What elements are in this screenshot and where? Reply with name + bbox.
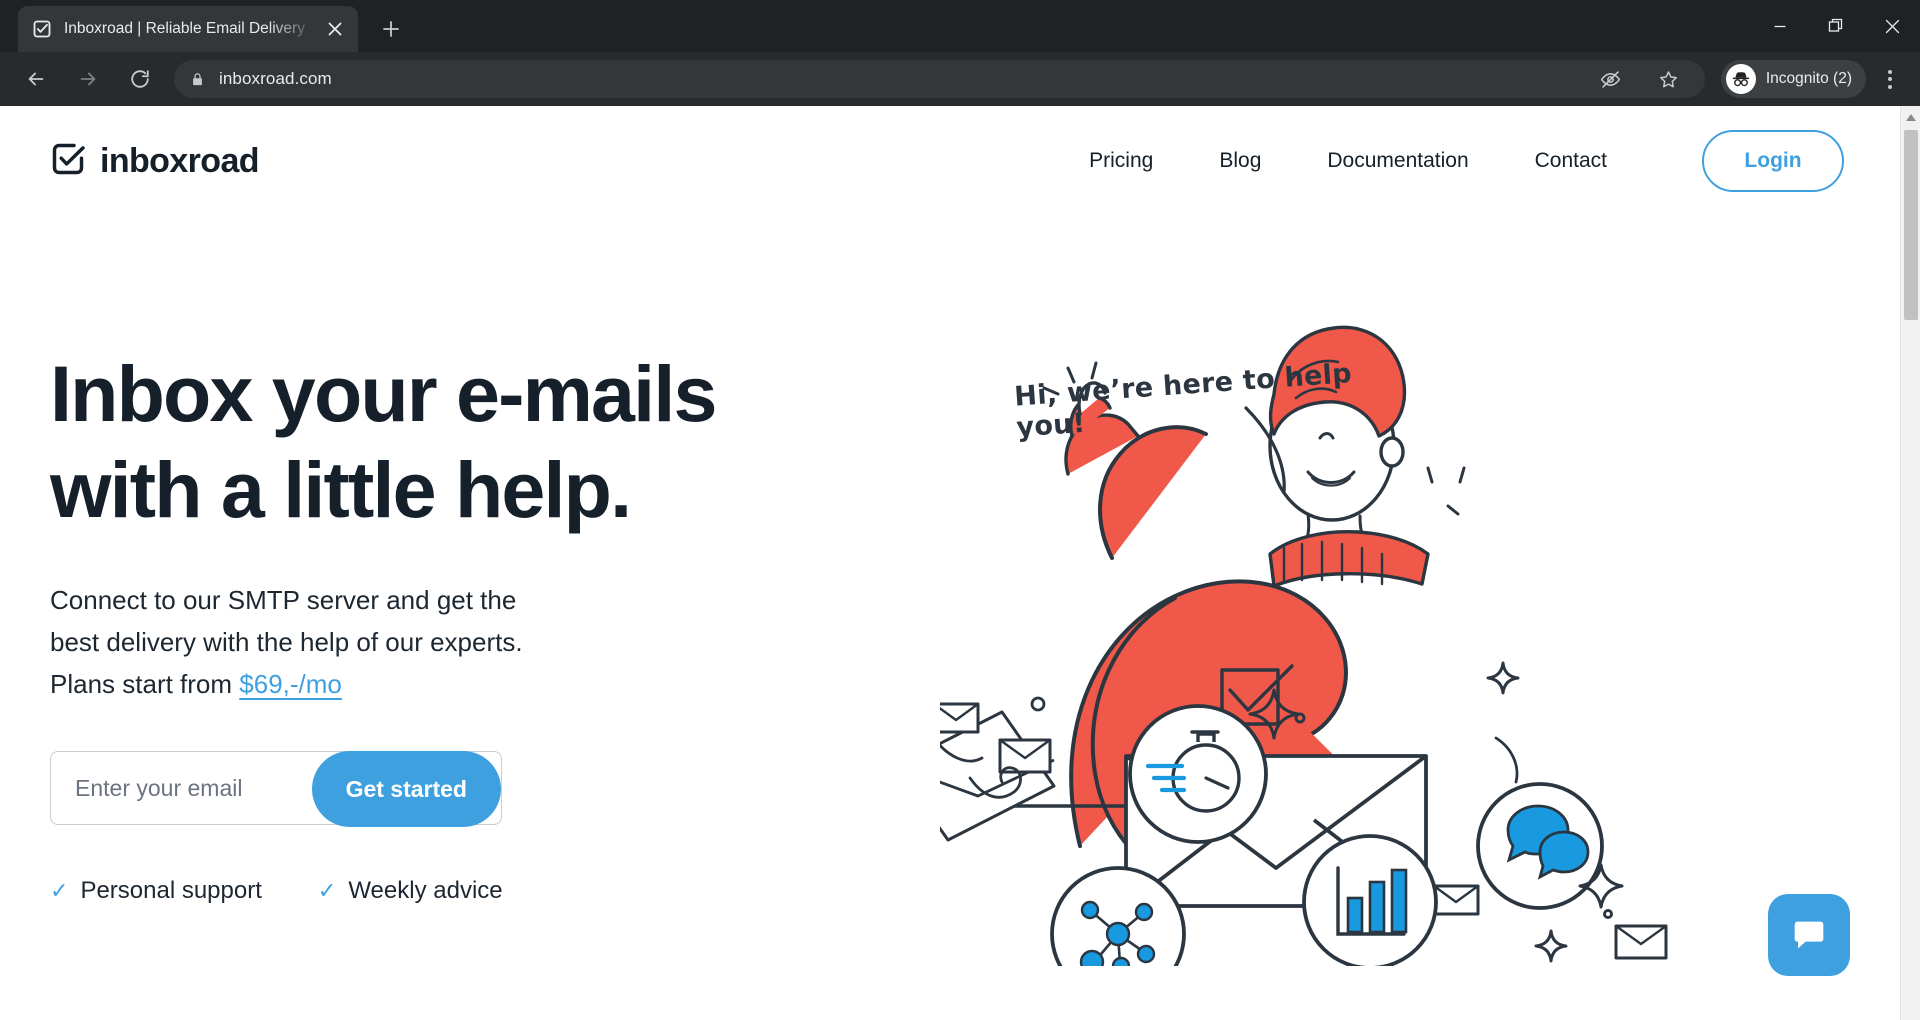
nav-link-contact[interactable]: Contact [1502,149,1640,173]
email-signup-form: Get started [50,751,502,828]
hero-section: Inbox your e-mails with a little help. C… [0,325,1900,1002]
feature-label: Weekly advice [348,877,503,905]
logo-text: inboxroad [100,141,260,180]
hero-feature-list: ✓ Personal support ✓ Weekly advice [50,877,930,905]
page-scrollbar[interactable] [1900,106,1920,1020]
site-logo[interactable]: inboxroad [50,141,260,182]
tab-favicon-checkbox-check-icon [32,19,52,39]
omnibox-actions [1585,57,1695,101]
chat-bubble-icon [1794,921,1824,949]
feature-item-personal-support: ✓ Personal support [50,877,262,905]
tab-close-icon[interactable] [322,16,348,42]
hero-sub-line-1: Connect to our SMTP server and get the [50,585,517,616]
window-close-icon[interactable] [1864,0,1920,52]
hero-title-line-2: with a little help. [50,444,632,534]
stopwatch-badge [1128,704,1268,844]
back-button[interactable] [14,57,58,101]
forward-button[interactable] [66,57,110,101]
nav-link-blog[interactable]: Blog [1186,149,1294,173]
profile-label: Incognito (2) [1765,70,1852,87]
hero-title-line-1: Inbox your e-mails [50,349,717,438]
browser-window: Inboxroad | Reliable Email Delivery inbo… [0,0,1920,1020]
new-tab-button[interactable] [374,12,408,46]
hero-subtitle: Connect to our SMTP server and get the b… [50,579,930,705]
window-minimize-icon[interactable] [1752,0,1808,52]
page-viewport: inboxroad Pricing Blog Documentation Con… [0,106,1920,1020]
address-bar[interactable]: inboxroad.com [174,60,1705,98]
reload-button[interactable] [118,57,162,101]
nav-link-documentation[interactable]: Documentation [1294,149,1501,173]
browser-tab[interactable]: Inboxroad | Reliable Email Delivery [18,6,358,52]
webpage-content: inboxroad Pricing Blog Documentation Con… [0,106,1900,1020]
hero-sub-line-3: Plans start from [50,669,240,700]
url-text: inboxroad.com [219,69,332,88]
hero-sub-line-2: best delivery with the help of our exper… [50,627,523,658]
nav-link-pricing[interactable]: Pricing [1056,149,1186,173]
email-input[interactable] [51,752,311,825]
check-icon: ✓ [50,878,69,904]
hero-copy: Inbox your e-mails with a little help. C… [50,346,930,905]
barchart-badge [1302,834,1438,970]
chat-widget-button[interactable] [1768,894,1850,976]
profile-incognito-chip[interactable]: Incognito (2) [1720,60,1866,98]
browser-menu-button[interactable] [1870,57,1910,101]
window-controls [1752,0,1920,52]
pricing-link[interactable]: $69,-/mo [239,669,342,699]
tab-title: Inboxroad | Reliable Email Delivery [64,20,305,37]
tab-strip: Inboxroad | Reliable Email Delivery [0,0,1920,52]
get-started-button[interactable]: Get started [311,751,501,828]
logo-checkbox-check-icon [50,141,86,182]
bookmark-star-icon[interactable] [1647,57,1691,101]
site-header: inboxroad Pricing Blog Documentation Con… [0,106,1900,216]
check-icon: ✓ [317,878,337,904]
hero-illustration: Hi, we’re here to help you! [894,286,1840,1002]
scrollbar-up-arrow-icon[interactable] [1901,106,1920,128]
scrollbar-thumb[interactable] [1904,130,1918,320]
incognito-hat-icon [1725,64,1756,94]
page-title: Inbox your e-mails with a little help. [50,346,930,537]
feature-item-weekly-advice: ✓ Weekly advice [318,877,503,905]
site-navigation: Pricing Blog Documentation Contact Login [1056,130,1844,192]
chat-badge [1476,782,1604,910]
feature-label: Personal support [80,877,262,905]
eye-slash-icon[interactable] [1589,57,1633,101]
browser-toolbar: inboxroad.com Incognito (2) [0,52,1920,106]
login-button[interactable]: Login [1702,130,1844,192]
window-maximize-icon[interactable] [1808,0,1864,52]
lock-icon [190,72,205,87]
